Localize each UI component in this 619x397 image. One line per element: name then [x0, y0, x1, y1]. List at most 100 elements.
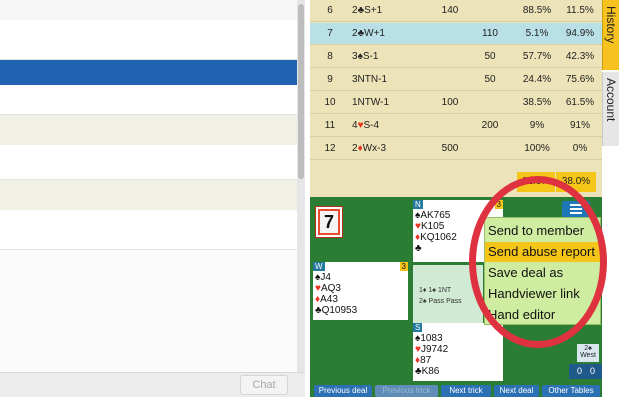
- table-row[interactable]: 11 4♥S-4 200 9% 91%: [310, 115, 602, 137]
- trick-score: 0 0: [569, 364, 602, 379]
- bidding-row-1: 1♦ 1♠ 1NT: [419, 287, 452, 294]
- board-number-cell: 10: [324, 97, 336, 108]
- suit-holding: ♠AK765: [415, 210, 450, 221]
- board-number: 7: [320, 211, 338, 233]
- results-table: 6 2♣S+1 140 88.5% 11.5% 7 2♣W+1 110 5.1% 94.9% 8 3♠…: [310, 0, 602, 197]
- cards: K86: [421, 366, 440, 377]
- ew-percent-cell: 61.5%: [565, 97, 595, 108]
- suit-holding: ♥J9742: [415, 344, 448, 355]
- ns-percent-cell: 5.1%: [525, 28, 549, 39]
- ew-score-cell: 50: [484, 51, 496, 62]
- ew-percent-cell: 11.5%: [566, 5, 594, 16]
- contract-cell: 4♥S-4: [352, 120, 379, 131]
- ew-score-cell: 110: [482, 28, 498, 39]
- tab-history-label: History: [604, 6, 618, 44]
- ns-score-cell: 500: [441, 143, 459, 154]
- contract-cell: 2♦Wx-3: [352, 143, 386, 154]
- contract-cell: 3♠S-1: [352, 51, 378, 62]
- contract-result: S+1: [364, 5, 383, 16]
- highlight-ring: [469, 176, 607, 348]
- table-row[interactable]: 7 2♣W+1 110 5.1% 94.9%: [310, 23, 602, 45]
- board-number-cell: 11: [324, 120, 336, 131]
- tab-history[interactable]: History: [602, 0, 619, 70]
- ew-score-cell: 50: [484, 74, 496, 85]
- list-row[interactable]: [0, 85, 297, 115]
- suit-holding: ♦A43: [315, 294, 338, 305]
- ns-percent-cell: 24.4%: [522, 74, 552, 85]
- ns-percent-cell: 100%: [524, 143, 550, 154]
- trick-badge: 2♠ West: [577, 344, 599, 362]
- list-empty-area: [0, 250, 297, 372]
- board-number-cell: 7: [327, 28, 333, 39]
- contract-result: S-4: [363, 120, 380, 131]
- scrollbar-thumb[interactable]: [298, 4, 304, 179]
- board-number-cell: 12: [324, 143, 336, 154]
- suit-holding: ♥AQ3: [315, 283, 341, 294]
- score-left: 0: [577, 366, 583, 376]
- tab-account[interactable]: Account: [602, 72, 619, 146]
- ew-score-cell: 200: [481, 120, 499, 131]
- ns-percent-cell: 57.7%: [522, 51, 552, 62]
- previous-trick-button[interactable]: Previous trick: [375, 385, 438, 397]
- table-row[interactable]: 8 3♠S-1 50 57.7% 42.3%: [310, 46, 602, 68]
- ns-score-cell: 140: [441, 5, 459, 16]
- suit-holding: ♦87: [415, 355, 431, 366]
- suit-holding: ♣: [415, 243, 422, 254]
- ns-percent-cell: 9%: [529, 120, 545, 131]
- ew-percent-cell: 75.6%: [565, 74, 595, 85]
- contract-result: W+1: [364, 28, 385, 39]
- contract-cell: 3NTN-1: [352, 74, 387, 85]
- chat-button[interactable]: Chat: [240, 375, 288, 395]
- contract-cell: 2♣W+1: [352, 28, 385, 39]
- table-row[interactable]: 6 2♣S+1 140 88.5% 11.5%: [310, 0, 602, 22]
- suit-holding: ♣Q10953: [315, 305, 357, 316]
- suit-icon: ♣: [415, 243, 422, 254]
- west-trick-count: 3: [399, 262, 408, 271]
- cards: J9742: [420, 344, 449, 355]
- contract-cell: 1NTW-1: [352, 97, 389, 108]
- ew-percent-cell: 42.3%: [565, 51, 595, 62]
- list-row[interactable]: [0, 210, 297, 250]
- ew-percent-cell: 94.9%: [565, 28, 595, 39]
- tab-account-label: Account: [604, 78, 618, 122]
- cards: KQ1062: [420, 232, 457, 243]
- west-seat-label: W: [313, 262, 325, 271]
- list-row-selected[interactable]: [0, 60, 297, 85]
- contract-result: Wx-3: [362, 143, 387, 154]
- other-tables-button[interactable]: Other Tables: [542, 385, 600, 397]
- cards: A43: [320, 294, 338, 305]
- suit-holding: ♥K105: [415, 221, 444, 232]
- table-row[interactable]: 12 2♦Wx-3 500 100% 0%: [310, 138, 602, 160]
- suit-holding: ♣K86: [415, 366, 439, 377]
- list-row[interactable]: [0, 180, 297, 210]
- west-hand: W 3 ♠J4 ♥AQ3 ♦A43 ♣Q10953: [313, 262, 408, 320]
- board-number-cell: 6: [327, 5, 333, 16]
- cards: K105: [420, 221, 445, 232]
- table-row[interactable]: 10 1NTW-1 100 38.5% 61.5%: [310, 92, 602, 114]
- app-window: Chat 6 2♣S+1 140 88.5% 11.5% 7 2♣W+1 110 5.1% 94.…: [0, 0, 619, 397]
- list-row[interactable]: [0, 20, 297, 60]
- bidding-row-2: 2♠ Pass Pass: [419, 298, 462, 305]
- cards: AQ3: [320, 283, 341, 294]
- score-right: 0: [590, 366, 596, 376]
- south-hand: S ♠1083 ♥J9742 ♦87 ♣K86: [413, 323, 503, 381]
- ns-percent-cell: 38.5%: [522, 97, 552, 108]
- contract-cell: 2♣S+1: [352, 5, 382, 16]
- list-row[interactable]: [0, 0, 297, 20]
- board-number-cell: 8: [327, 51, 333, 62]
- suit-holding: ♠1083: [415, 333, 443, 344]
- contract-result: S-1: [362, 51, 379, 62]
- contract-level: 1NTW-1: [352, 97, 390, 108]
- cards: 1083: [420, 333, 443, 344]
- table-row[interactable]: 9 3NTN-1 50 24.4% 75.6%: [310, 69, 602, 91]
- board-number-cell: 9: [327, 74, 333, 85]
- next-deal-button[interactable]: Next deal: [494, 385, 539, 397]
- next-trick-button[interactable]: Next trick: [441, 385, 491, 397]
- previous-deal-button[interactable]: Previous deal: [314, 385, 372, 397]
- ew-percent-cell: 91%: [569, 120, 590, 131]
- list-row[interactable]: [0, 145, 297, 180]
- cards: AK765: [420, 210, 451, 221]
- south-seat-label: S: [413, 323, 423, 332]
- list-row[interactable]: [0, 115, 297, 145]
- cards: J4: [320, 272, 331, 283]
